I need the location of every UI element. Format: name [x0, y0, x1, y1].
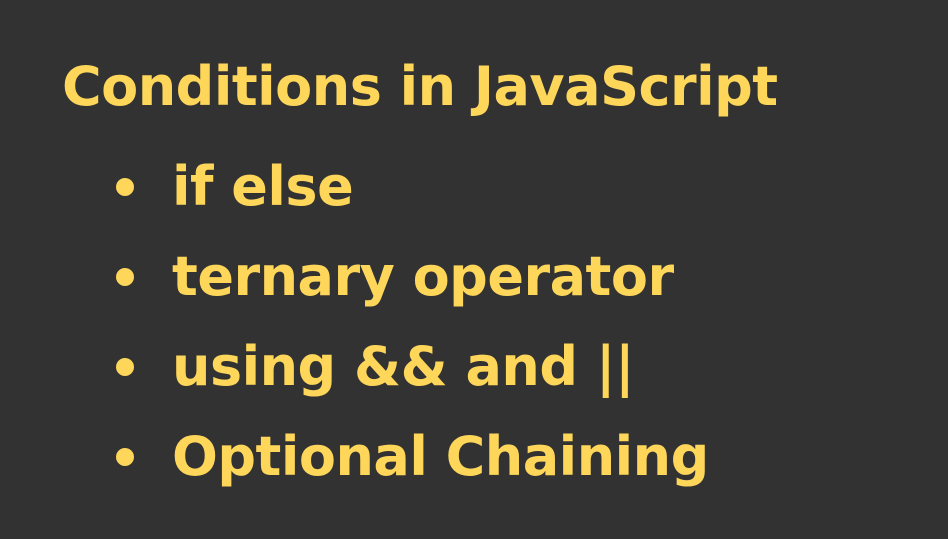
slide-title: Conditions in JavaScript [62, 55, 778, 118]
bullet-dot-icon [116, 358, 134, 376]
bullet-item-if-else: if else [116, 142, 709, 232]
bullet-dot-icon [116, 268, 134, 286]
bullet-item-optional-chaining: Optional Chaining [116, 412, 709, 502]
bullet-text: using && and || [172, 335, 635, 398]
slide: Conditions in JavaScript if else ternary… [0, 0, 948, 539]
bullet-dot-icon [116, 448, 134, 466]
bullet-dot-icon [116, 178, 134, 196]
bullet-text: if else [172, 155, 354, 218]
bullet-item-ternary-operator: ternary operator [116, 232, 709, 322]
bullet-text: Optional Chaining [172, 425, 709, 488]
bullet-text: ternary operator [172, 245, 674, 308]
bullet-list: if else ternary operator using && and ||… [116, 142, 709, 502]
bullet-item-logical-operators: using && and || [116, 322, 709, 412]
